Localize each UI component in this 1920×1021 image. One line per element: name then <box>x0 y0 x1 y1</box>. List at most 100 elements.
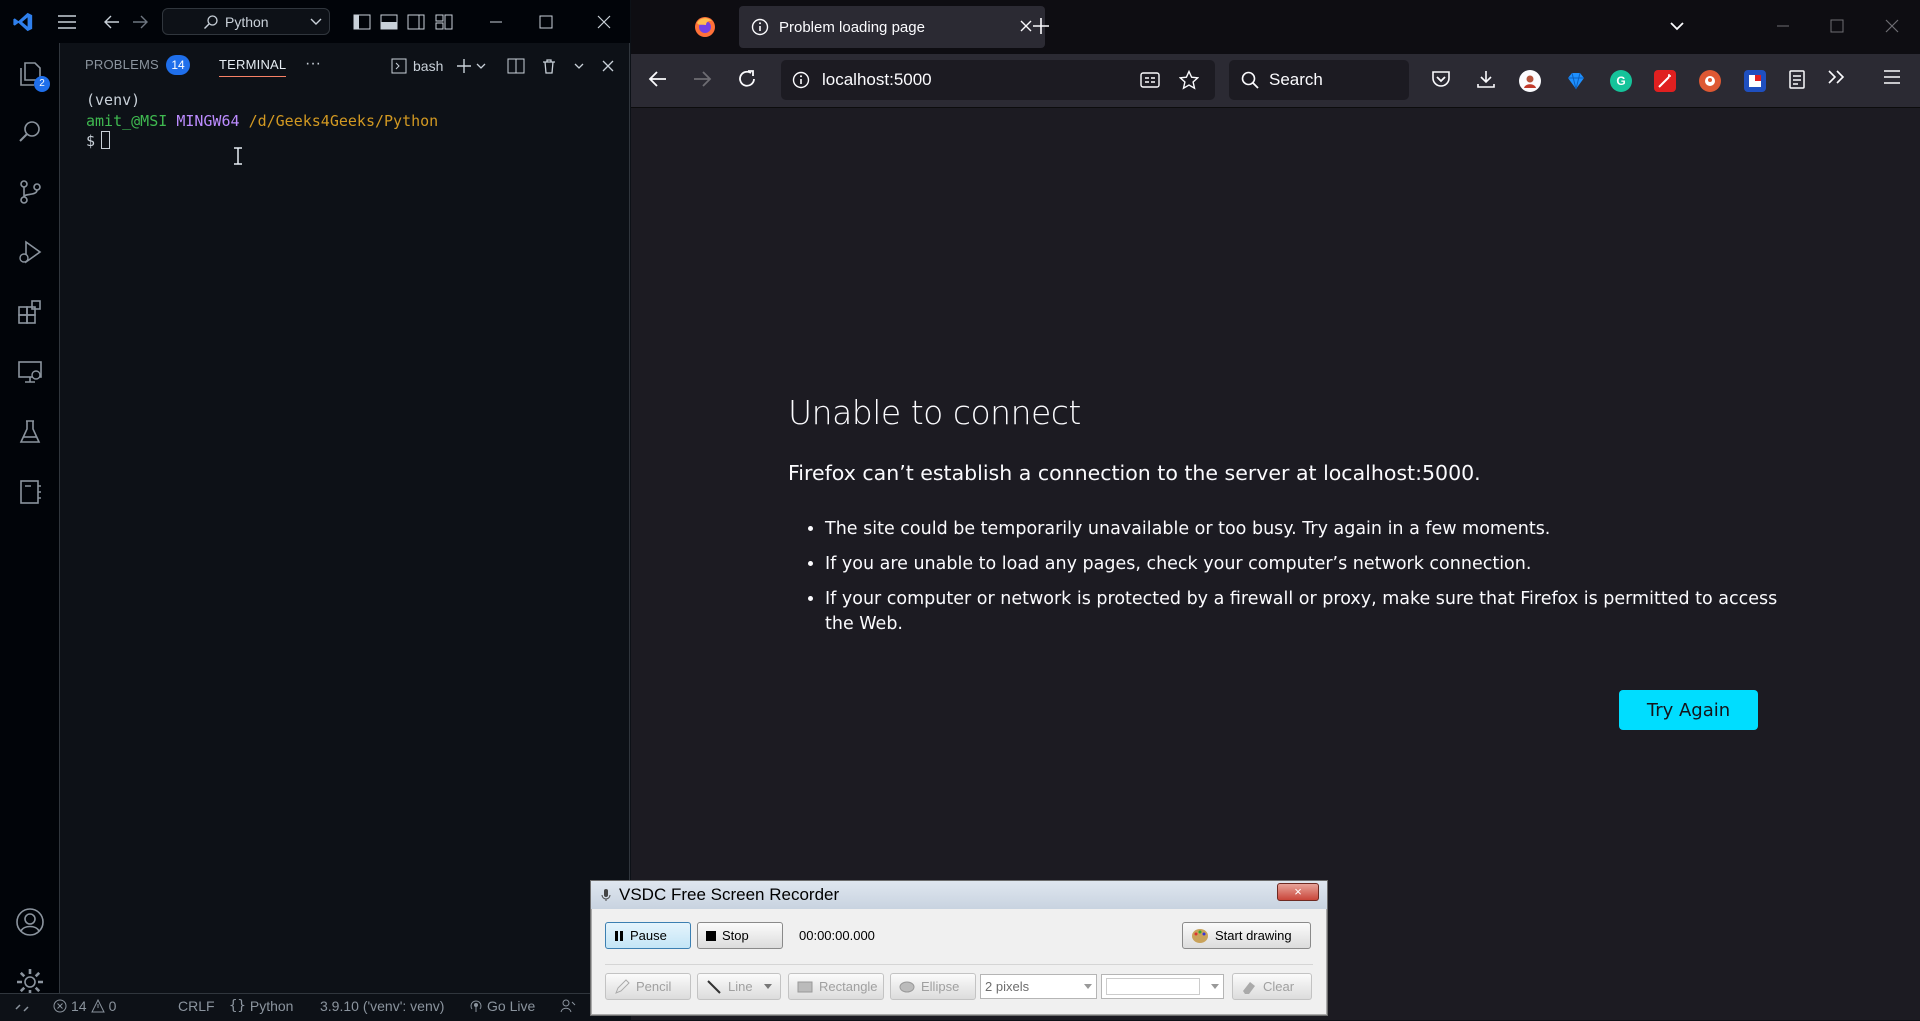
explorer-icon[interactable]: 2 <box>0 49 60 99</box>
pause-icon <box>614 930 624 941</box>
warning-icon <box>90 999 105 1013</box>
error-title: Unable to connect <box>788 393 1081 432</box>
tab-problems[interactable]: PROBLEMS <box>85 57 159 72</box>
testing-icon[interactable] <box>0 407 60 457</box>
source-control-icon[interactable] <box>0 167 60 217</box>
pencil-tool-button[interactable]: Pencil <box>605 973 691 1000</box>
back-arrow-icon[interactable] <box>648 69 668 89</box>
terminal-shell-selector[interactable]: bash <box>391 55 443 77</box>
recording-timer: 00:00:00.000 <box>799 928 875 943</box>
python-interpreter[interactable]: 3.9.10 ('venv': venv) <box>320 998 444 1014</box>
browser-tab-active[interactable]: Problem loading page <box>739 6 1045 48</box>
error-suggestions-list: The site could be temporarily unavailabl… <box>788 517 1788 647</box>
back-arrow-icon[interactable] <box>100 0 124 43</box>
line-icon <box>706 979 722 995</box>
vsdc-title: VSDC Free Screen Recorder <box>619 885 840 904</box>
vscode-titlebar: Python <box>0 0 630 43</box>
search-icon <box>203 14 219 30</box>
forward-arrow-icon[interactable] <box>128 0 152 43</box>
extensions-icon[interactable] <box>0 287 60 337</box>
color-select[interactable] <box>1101 974 1224 999</box>
reload-icon[interactable] <box>737 69 757 89</box>
firefox-logo-icon[interactable] <box>694 16 716 38</box>
new-tab-plus-icon[interactable] <box>1032 17 1050 35</box>
close-tab-icon[interactable] <box>1019 19 1033 33</box>
wand-extension-icon[interactable] <box>1654 70 1676 92</box>
minimize-icon[interactable] <box>478 0 514 43</box>
terminal-output[interactable]: (venv) amit_@MSI MINGW64 /d/Geeks4Geeks/… <box>86 90 626 152</box>
terminal-prompt-line: amit_@MSI MINGW64 /d/Geeks4Geeks/Python <box>86 111 626 132</box>
stop-button[interactable]: Stop <box>697 922 783 949</box>
url-bar[interactable]: localhost:5000 <box>781 60 1215 100</box>
grammarly-icon[interactable]: G <box>1610 70 1632 92</box>
ellipse-tool-button[interactable]: Ellipse <box>890 973 976 1000</box>
palette-icon <box>1191 928 1209 944</box>
feedback-icon[interactable] <box>560 998 576 1014</box>
toggle-secondary-sidebar-icon[interactable] <box>404 0 428 43</box>
tab-terminal[interactable]: TERMINAL <box>219 57 287 77</box>
close-panel-icon[interactable] <box>602 55 614 77</box>
remote-explorer-icon[interactable] <box>0 347 60 397</box>
pencil-icon <box>614 978 630 995</box>
go-live-button[interactable]: Go Live <box>469 998 535 1014</box>
vsdc-recorder-window: VSDC Free Screen Recorder × Pause Stop 0… <box>590 880 1328 1016</box>
start-drawing-button[interactable]: Start drawing <box>1182 922 1311 949</box>
minimize-icon[interactable] <box>1776 19 1790 33</box>
error-count: 14 <box>71 998 87 1014</box>
account-avatar-icon[interactable] <box>1519 70 1541 92</box>
customize-layout-icon[interactable] <box>432 0 456 43</box>
trash-icon[interactable] <box>541 55 557 77</box>
search-bar[interactable]: Search <box>1229 60 1409 100</box>
panel-more-actions[interactable]: ··· <box>305 53 321 75</box>
close-window-icon[interactable] <box>1885 19 1899 33</box>
line-label: Line <box>728 979 753 994</box>
line-tool-button[interactable]: Line <box>697 973 781 1000</box>
clear-button[interactable]: Clear <box>1232 973 1312 1000</box>
shell-label: bash <box>413 58 444 74</box>
more-tools-chevron-icon[interactable] <box>1827 69 1845 85</box>
maximize-panel-chevron-icon[interactable] <box>573 55 585 77</box>
remote-indicator-icon[interactable] <box>0 994 44 1021</box>
maximize-icon[interactable] <box>528 0 564 43</box>
toggle-primary-sidebar-icon[interactable] <box>350 0 374 43</box>
forward-arrow-icon[interactable] <box>692 69 712 89</box>
notebook-icon[interactable] <box>0 467 60 517</box>
eol-selector[interactable]: CRLF <box>178 998 215 1014</box>
diamond-extension-icon[interactable] <box>1565 70 1587 92</box>
close-window-icon[interactable] <box>586 0 622 43</box>
vscode-window: Python 2 PROBLEMS 14 TERMINAL ··· bash (… <box>0 0 630 1020</box>
downloads-icon[interactable] <box>1476 69 1496 89</box>
list-all-tabs-chevron-icon[interactable] <box>1669 20 1685 32</box>
rectangle-tool-button[interactable]: Rectangle <box>788 973 884 1000</box>
try-again-button[interactable]: Try Again <box>1619 690 1758 730</box>
pause-button[interactable]: Pause <box>605 922 691 949</box>
maximize-icon[interactable] <box>1830 19 1844 33</box>
notes-extension-icon[interactable] <box>1788 69 1806 89</box>
chevron-down-icon[interactable] <box>309 14 323 28</box>
search-icon[interactable] <box>0 107 60 157</box>
split-terminal-icon[interactable] <box>507 55 525 77</box>
language-selector[interactable]: {} Python <box>229 998 293 1014</box>
bookmark-star-icon[interactable] <box>1179 70 1199 90</box>
hamburger-menu-icon[interactable] <box>1883 69 1901 85</box>
pocket-icon[interactable] <box>1431 69 1451 89</box>
close-button[interactable]: × <box>1277 883 1319 901</box>
container-extension-icon[interactable] <box>1744 70 1766 92</box>
line-thickness-select[interactable]: 2 pixels <box>980 974 1097 999</box>
list-item: If you are unable to load any pages, che… <box>825 552 1788 577</box>
duckduckgo-icon[interactable] <box>1699 70 1721 92</box>
terminal-dropdown-chevron-icon[interactable] <box>475 55 487 77</box>
stop-icon <box>706 930 716 941</box>
chevron-down-icon[interactable] <box>764 983 772 990</box>
info-icon[interactable] <box>792 71 810 89</box>
menu-icon[interactable] <box>52 0 82 43</box>
reader-view-icon[interactable] <box>1140 71 1160 89</box>
terminal-input-line: $ <box>86 131 626 152</box>
new-terminal-plus-icon[interactable] <box>456 55 472 77</box>
color-swatch <box>1106 978 1200 995</box>
command-center[interactable]: Python <box>162 8 330 35</box>
accounts-icon[interactable] <box>0 897 60 947</box>
toggle-panel-icon[interactable] <box>377 0 401 43</box>
problems-status[interactable]: 14 0 <box>53 998 116 1014</box>
run-debug-icon[interactable] <box>0 227 60 277</box>
